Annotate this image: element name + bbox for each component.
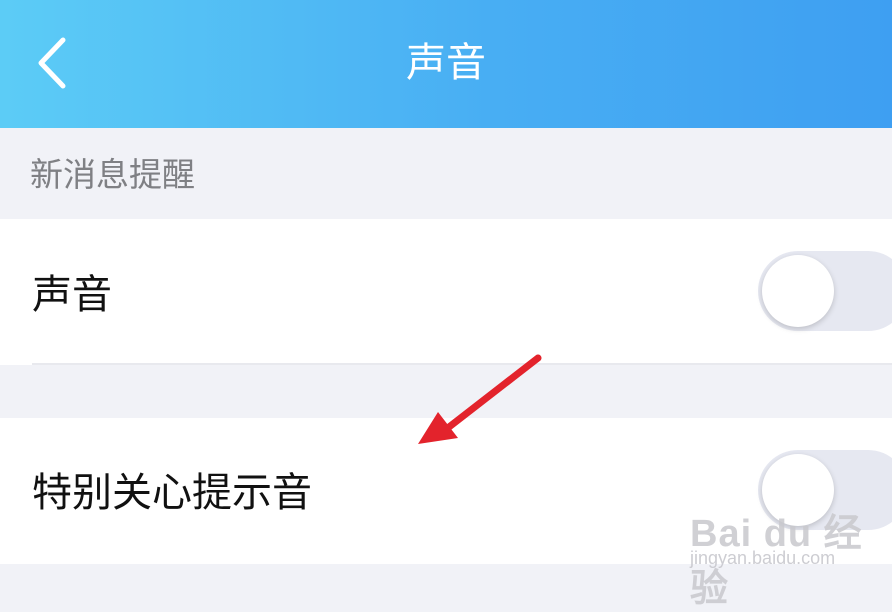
setting-label-special-care-sound: 特别关心提示音 [32,470,312,516]
section-header-new-message: 新消息提醒 [30,155,195,194]
top-bar: 声音 [0,0,892,128]
page-title: 声音 [406,40,486,86]
baidu-watermark: Bai du 经验 jingyan.baidu.com [690,502,870,610]
red-arrow-icon [418,354,542,444]
setting-label-sound: 声音 [32,272,112,318]
sound-toggle[interactable] [758,251,892,331]
watermark-url: jingyan.baidu.com [690,548,836,568]
toggle-knob [762,255,834,327]
